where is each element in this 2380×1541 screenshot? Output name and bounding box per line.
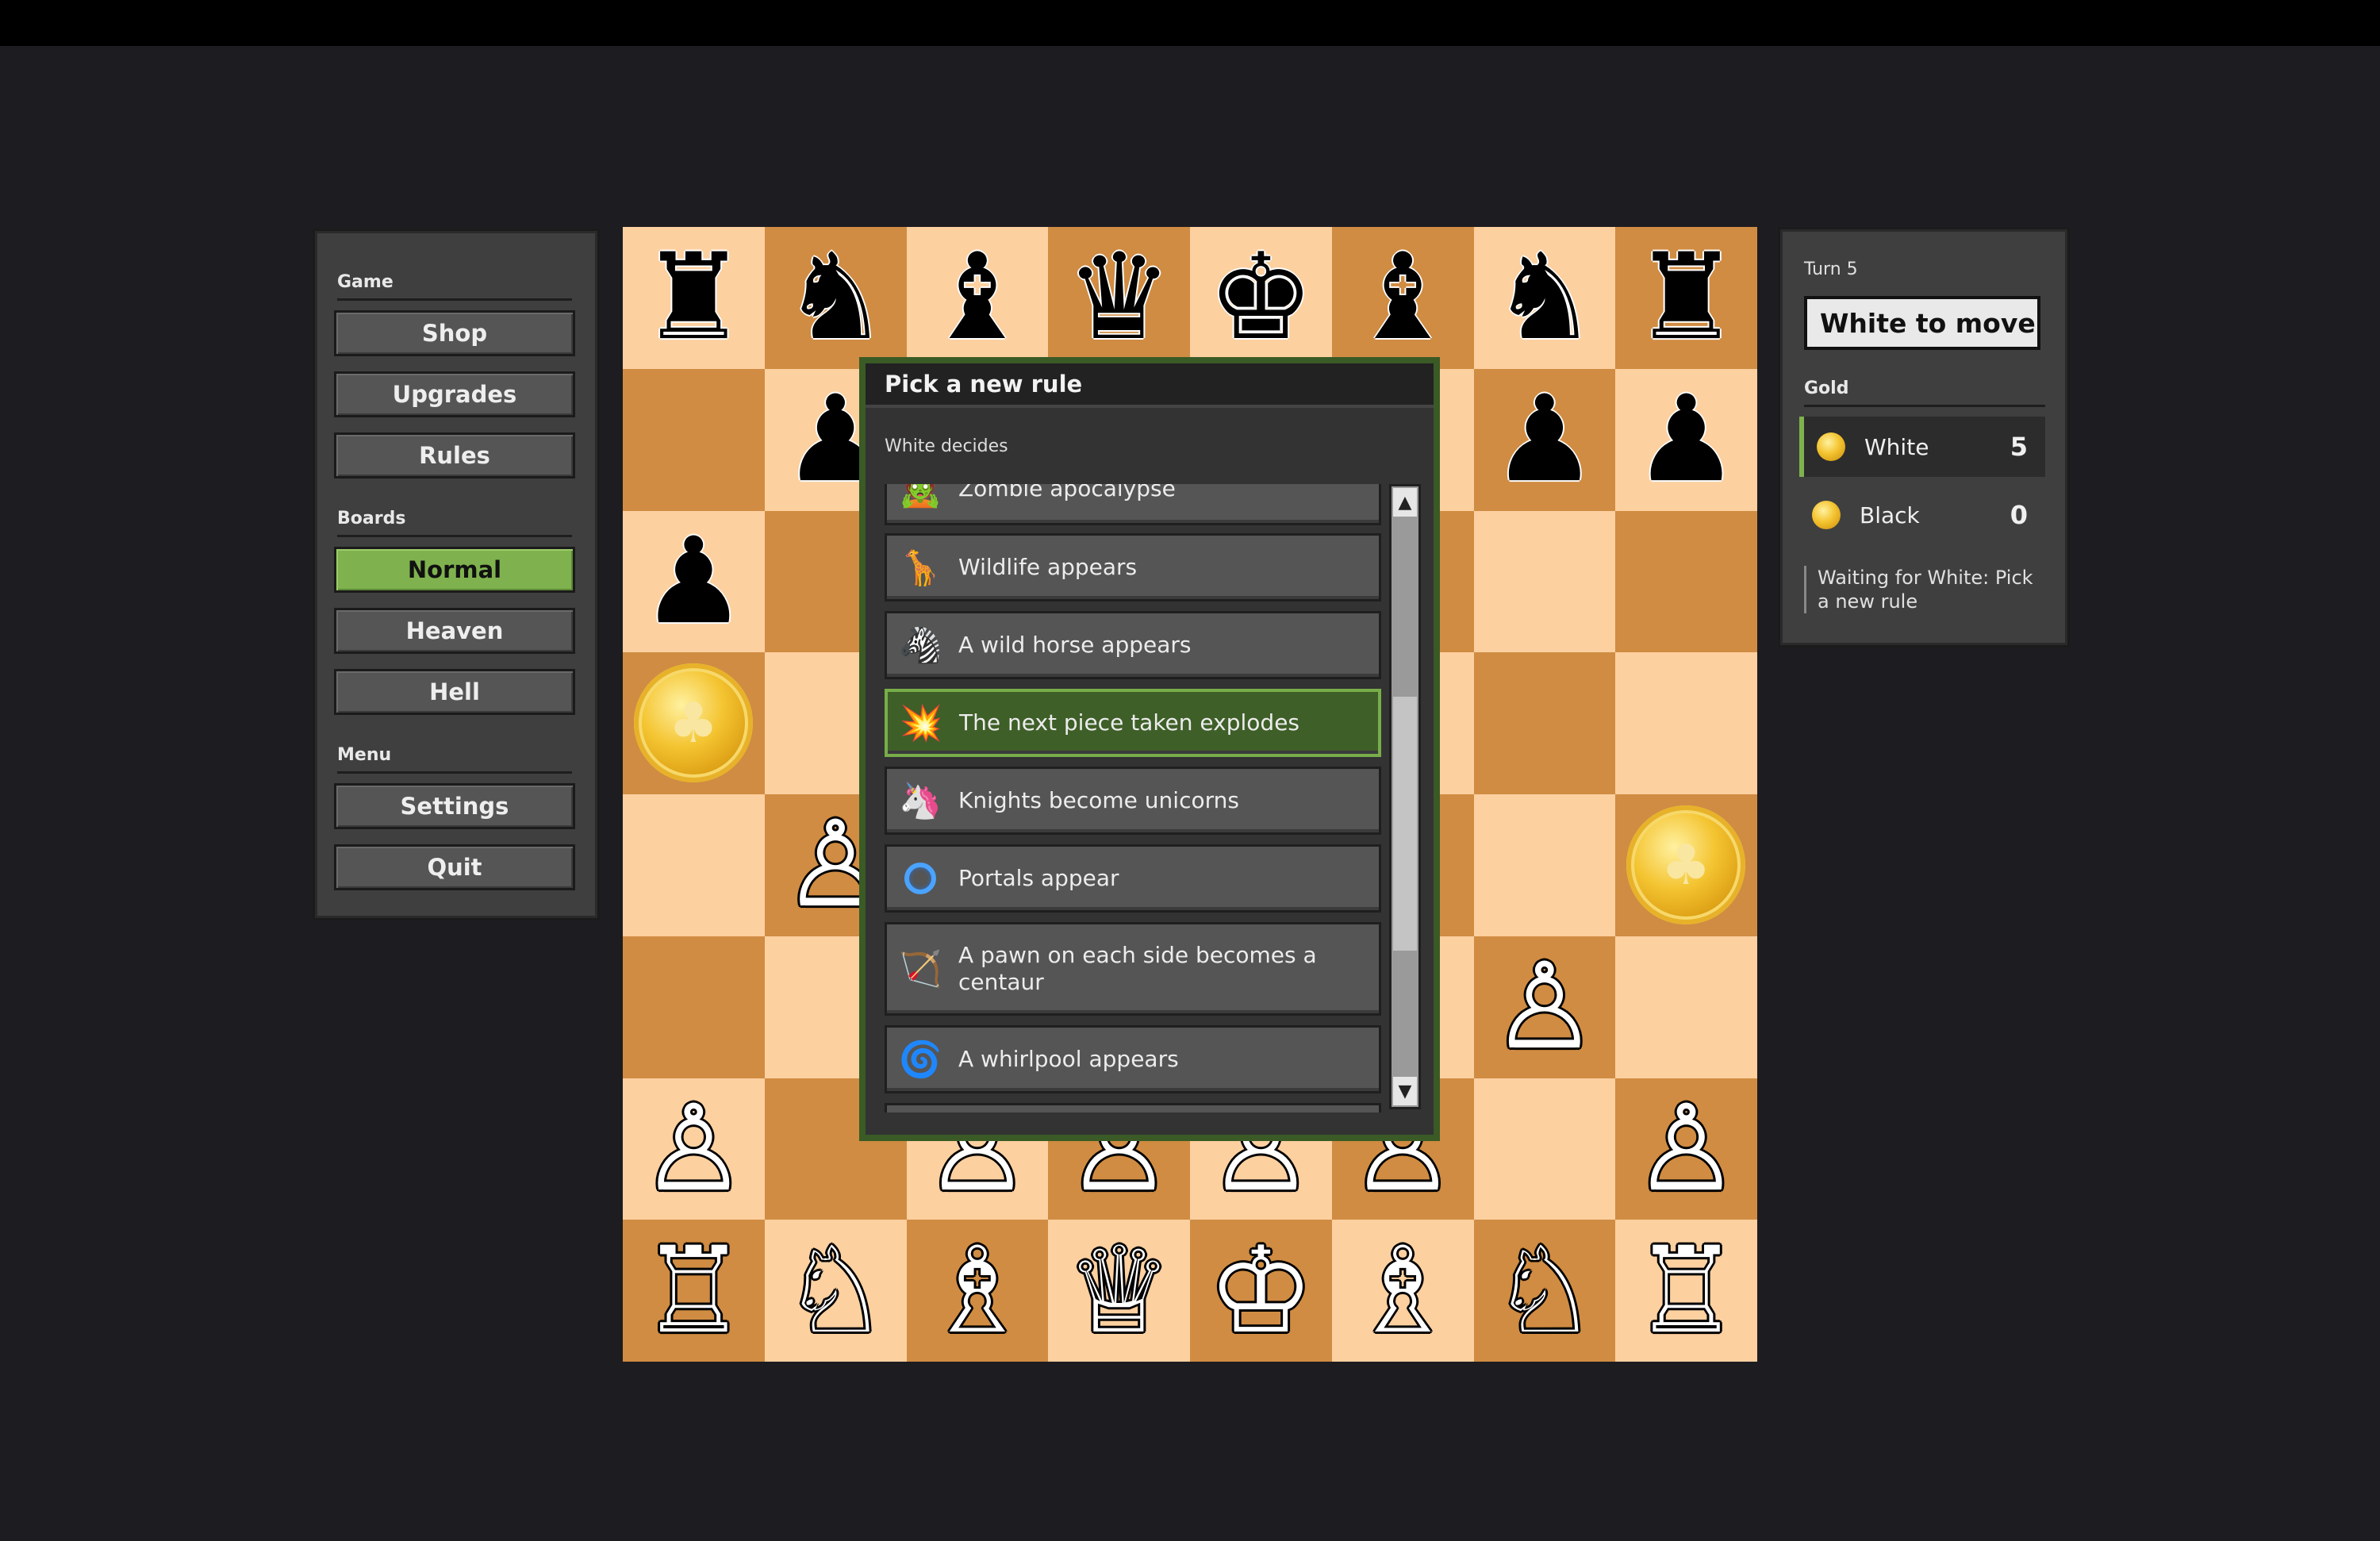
centaur-icon: 🏹: [898, 949, 942, 990]
gold-coin-icon[interactable]: ♣: [634, 663, 753, 783]
white-rook-icon[interactable]: ♖: [623, 1220, 765, 1362]
board-square[interactable]: [1473, 794, 1616, 936]
player-name: Black: [1860, 501, 1920, 528]
rule-option-next-piece-explodes[interactable]: 💥 The next piece taken explodes: [885, 689, 1381, 757]
white-bishop-icon[interactable]: ♗: [907, 1220, 1049, 1362]
white-pawn-icon[interactable]: ♙: [1615, 1078, 1757, 1220]
white-pawn-icon[interactable]: ♙: [623, 1078, 765, 1220]
pick-rule-dialog: Pick a new rule White decides 🧟 Zombie a…: [859, 357, 1440, 1141]
player-name: White: [1864, 433, 1929, 460]
whirlpool-icon: 🌀: [898, 1040, 942, 1080]
white-knight-icon[interactable]: ♘: [765, 1220, 907, 1362]
board-square[interactable]: [623, 936, 765, 1078]
black-bishop-icon[interactable]: ♝: [907, 227, 1049, 369]
menu-section-label: Menu: [337, 745, 572, 774]
rule-option-zombie-apocalypse[interactable]: 🧟 Zombie apocalypse: [885, 484, 1381, 525]
rule-option-wildlife-appears[interactable]: 🦒 Wildlife appears: [885, 533, 1381, 601]
white-king-icon[interactable]: ♔: [1190, 1220, 1332, 1362]
black-king-icon[interactable]: ♚: [1190, 227, 1332, 369]
scroll-up-arrow-icon[interactable]: ▲: [1393, 488, 1417, 517]
white-pawn-icon[interactable]: ♙: [1474, 936, 1616, 1078]
board-square[interactable]: [1615, 652, 1757, 794]
board-square[interactable]: [1473, 652, 1616, 794]
unicorn-icon: 🦄: [898, 781, 942, 821]
black-bishop-icon[interactable]: ♝: [1332, 227, 1474, 369]
upgrades-button[interactable]: Upgrades: [334, 371, 575, 417]
status-message: Waiting for White: Pick a new rule: [1804, 566, 2042, 613]
dialog-subtitle: White decides: [885, 436, 1008, 456]
settings-button[interactable]: Settings: [334, 783, 575, 829]
rule-option-knights-unicorns[interactable]: 🦄 Knights become unicorns: [885, 767, 1381, 835]
black-pawn-icon[interactable]: ♟: [1615, 369, 1757, 511]
gold-coin-icon: [1817, 432, 1845, 461]
quit-button[interactable]: Quit: [334, 844, 575, 890]
board-square[interactable]: [1473, 1078, 1616, 1220]
portal-icon: [898, 856, 942, 901]
white-rook-icon[interactable]: ♖: [1615, 1220, 1757, 1362]
zebra-icon: 🦓: [898, 625, 942, 666]
black-pawn-icon[interactable]: ♟: [1474, 369, 1616, 511]
gold-coin-icon: [1812, 501, 1841, 529]
black-queen-icon[interactable]: ♛: [1048, 227, 1190, 369]
rule-option-pawn-centaur[interactable]: 🏹 A pawn on each side becomes a centaur: [885, 922, 1381, 1016]
rule-option-wild-horse[interactable]: 🦓 A wild horse appears: [885, 611, 1381, 679]
black-gold-row: Black 0: [1799, 485, 2045, 545]
normal-board-button[interactable]: Normal: [334, 547, 575, 593]
giraffe-icon: 🦒: [898, 548, 942, 588]
black-knight-icon[interactable]: ♞: [1474, 227, 1616, 369]
white-queen-icon[interactable]: ♕: [1048, 1220, 1190, 1362]
white-gold-row: White 5: [1799, 417, 2045, 477]
shop-button[interactable]: Shop: [334, 310, 575, 356]
dialog-title: Pick a new rule: [866, 363, 1434, 408]
hell-board-button[interactable]: Hell: [334, 669, 575, 715]
rule-option-next[interactable]: [885, 1103, 1381, 1113]
black-rook-icon[interactable]: ♜: [1615, 227, 1757, 369]
white-bishop-icon[interactable]: ♗: [1332, 1220, 1474, 1362]
rules-button[interactable]: Rules: [334, 432, 575, 478]
board-square[interactable]: [623, 794, 765, 936]
board-square[interactable]: [1615, 936, 1757, 1078]
rule-list[interactable]: 🧟 Zombie apocalypse 🦒 Wildlife appears 🦓…: [885, 484, 1381, 1113]
board-square[interactable]: [623, 368, 765, 511]
scroll-down-arrow-icon[interactable]: ▼: [1393, 1077, 1417, 1105]
gold-amount: 0: [2010, 500, 2028, 530]
to-move-indicator: White to move: [1804, 296, 2040, 350]
top-bar: [0, 0, 2380, 46]
black-rook-icon[interactable]: ♜: [623, 227, 765, 369]
gold-amount: 5: [2010, 432, 2028, 462]
game-section-label: Game: [337, 272, 572, 301]
left-menu-panel: Game Shop Upgrades Rules Boards Normal H…: [313, 229, 600, 920]
gold-section-label: Gold: [1804, 379, 2045, 407]
board-square[interactable]: [1615, 510, 1757, 653]
explosion-icon: 💥: [899, 703, 943, 744]
gold-coin-icon[interactable]: ♣: [1626, 805, 1746, 924]
black-pawn-icon[interactable]: ♟: [623, 511, 765, 653]
board-square[interactable]: [1473, 510, 1616, 653]
black-queen-knight-icon[interactable]: ♞: [765, 227, 907, 369]
rule-option-portals-appear[interactable]: Portals appear: [885, 844, 1381, 913]
turn-counter: Turn 5: [1804, 259, 1858, 279]
scrollbar-thumb[interactable]: [1393, 697, 1417, 951]
zombie-icon: 🧟: [898, 484, 942, 509]
white-knight-icon[interactable]: ♘: [1474, 1220, 1616, 1362]
right-info-panel: Turn 5 White to move Gold White 5 Black …: [1778, 227, 2070, 648]
rule-option-whirlpool[interactable]: 🌀 A whirlpool appears: [885, 1025, 1381, 1093]
boards-section-label: Boards: [337, 509, 572, 537]
heaven-board-button[interactable]: Heaven: [334, 608, 575, 654]
rule-list-scrollbar[interactable]: ▲ ▼: [1389, 484, 1421, 1109]
